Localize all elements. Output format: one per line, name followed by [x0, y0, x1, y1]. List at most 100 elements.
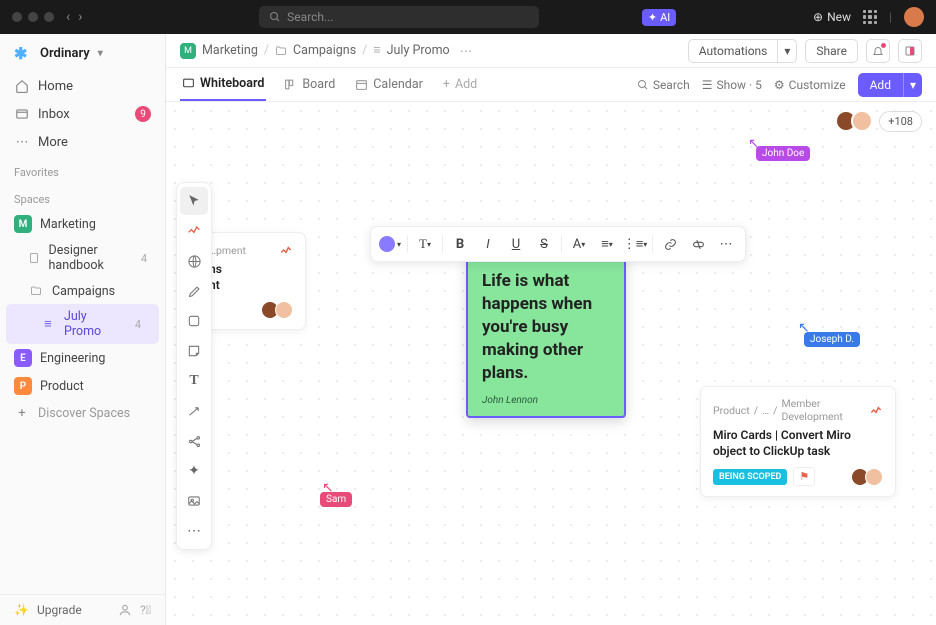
tab-calendar[interactable]: Calendar	[353, 68, 425, 101]
automations-dropdown[interactable]: ▾	[777, 39, 797, 63]
share-button[interactable]: Share	[805, 39, 858, 63]
add-dropdown[interactable]: ▾	[903, 73, 922, 97]
sidebar-item-july-promo[interactable]: ≡ July Promo 4	[6, 304, 159, 344]
sidebar-item-more[interactable]: ⋯ More	[0, 128, 165, 156]
nav-back-icon[interactable]: ‹	[66, 9, 70, 25]
sidebar-item-campaigns[interactable]: Campaigns	[0, 278, 165, 304]
view-search[interactable]: Search	[637, 78, 690, 92]
customize-menu[interactable]: ⚙Customize	[774, 78, 846, 92]
shape-tool[interactable]	[180, 307, 208, 335]
sticky-note[interactable]: Life is what happens when you're busy ma…	[466, 254, 626, 418]
clickup-icon	[279, 243, 293, 257]
fill-color-picker[interactable]: ▾	[377, 231, 403, 257]
dock-icon[interactable]	[898, 39, 922, 63]
sidebar-item-designer-handbook[interactable]: Designer handbook 4	[0, 238, 165, 278]
new-button[interactable]: ⊕ New	[813, 10, 851, 24]
whiteboard-icon	[182, 77, 195, 90]
status-badge[interactable]: BEING SCOPED	[713, 469, 787, 485]
add-button[interactable]: Add	[858, 73, 903, 97]
space-product[interactable]: P Product	[0, 372, 165, 400]
underline-button[interactable]: U	[503, 231, 529, 257]
spaces-header: Spaces	[0, 183, 165, 210]
crumb-space[interactable]: Marketing	[202, 43, 258, 58]
sticky-tool[interactable]	[180, 337, 208, 365]
flag-icon[interactable]: ⚑	[793, 467, 815, 486]
tab-whiteboard[interactable]: Whiteboard	[180, 68, 266, 101]
sliders-icon: ☰	[702, 78, 713, 92]
pointer-tool[interactable]	[180, 187, 208, 215]
tab-board[interactable]: Board	[282, 68, 337, 101]
bold-button[interactable]: B	[447, 231, 473, 257]
whiteboard-toolbox: T ✦ ⋯	[176, 182, 212, 550]
more-tool[interactable]: ⋯	[180, 517, 208, 545]
text-tool[interactable]: T	[180, 367, 208, 395]
web-tool[interactable]	[180, 247, 208, 275]
global-search-input[interactable]: Search...	[259, 6, 539, 28]
connector-tool[interactable]	[180, 397, 208, 425]
presence-more[interactable]: +108	[879, 111, 922, 132]
task-card[interactable]: …pment nsnt	[196, 232, 306, 330]
space-avatar: M	[14, 215, 32, 233]
upgrade-link[interactable]: Upgrade	[37, 603, 82, 617]
image-tool[interactable]	[180, 487, 208, 515]
automations-button[interactable]: Automations	[688, 39, 778, 63]
help-icon[interactable]: ?⃝	[140, 603, 151, 617]
folder-icon	[275, 45, 287, 57]
crumb-folder[interactable]: Campaigns	[293, 43, 356, 58]
user-avatar[interactable]	[904, 7, 924, 27]
link-button[interactable]	[657, 231, 683, 257]
space-badge: M	[180, 43, 196, 59]
inbox-badge: 9	[135, 106, 151, 122]
task-tool[interactable]	[180, 217, 208, 245]
window-controls[interactable]	[12, 12, 54, 22]
space-avatar: P	[14, 377, 32, 395]
convert-button[interactable]	[685, 231, 711, 257]
presence-bar: +108	[841, 110, 922, 132]
gear-icon: ⚙	[774, 78, 785, 92]
plus-icon: +	[14, 405, 30, 421]
text-color-picker[interactable]: A▾	[566, 231, 592, 257]
align-picker[interactable]: ≡▾	[594, 231, 620, 257]
list-picker[interactable]: ⋮≡▾	[622, 231, 648, 257]
font-size-picker[interactable]: T▾	[412, 231, 438, 257]
list-icon: ≡	[373, 43, 380, 58]
text-format-toolbar: ▾ T▾ B I U S A▾ ≡▾ ⋮≡▾ ⋯	[370, 226, 746, 262]
workspace-switcher[interactable]: Ordinary ▾	[0, 34, 165, 72]
sidebar-item-inbox[interactable]: Inbox 9	[0, 100, 165, 128]
more-format-button[interactable]: ⋯	[713, 231, 739, 257]
note-author: John Lennon	[482, 395, 610, 406]
space-engineering[interactable]: E Engineering	[0, 344, 165, 372]
plus-icon: +	[443, 77, 450, 92]
ai-tool[interactable]: ✦	[180, 457, 208, 485]
space-marketing[interactable]: M Marketing	[0, 210, 165, 238]
note-text[interactable]: Life is what happens when you're busy ma…	[482, 270, 610, 385]
main-area: M Marketing / Campaigns / ≡ July Promo ⋯…	[166, 34, 936, 625]
sidebar-item-home[interactable]: Home	[0, 72, 165, 100]
plus-circle-icon: ⊕	[813, 10, 823, 24]
ai-button[interactable]: ✦ AI	[642, 9, 676, 26]
search-placeholder: Search...	[287, 10, 333, 24]
whiteboard-canvas[interactable]: +108 T ✦ ⋯ ↖ John Doe ↖ Joseph D.	[166, 102, 936, 625]
task-card[interactable]: Product/ …/ Member Development Miro Card…	[700, 386, 896, 497]
assignee-avatars[interactable]	[855, 468, 883, 486]
italic-button[interactable]: I	[475, 231, 501, 257]
show-menu[interactable]: ☰Show · 5	[702, 78, 762, 92]
crumb-list[interactable]: July Promo	[387, 43, 450, 58]
sparkle-icon: ✦	[648, 11, 657, 24]
mindmap-tool[interactable]	[180, 427, 208, 455]
presence-avatar[interactable]	[851, 110, 873, 132]
doc-icon	[28, 250, 41, 266]
apps-grid-icon[interactable]	[863, 10, 877, 24]
more-icon: ⋯	[14, 134, 30, 150]
more-icon[interactable]: ⋯	[460, 43, 473, 59]
bell-icon[interactable]	[866, 39, 890, 63]
discover-spaces[interactable]: + Discover Spaces	[0, 400, 165, 426]
person-icon[interactable]	[118, 603, 132, 617]
nav-forward-icon[interactable]: ›	[78, 9, 82, 25]
workspace-logo-icon	[14, 44, 32, 62]
add-view-button[interactable]: + Add	[441, 68, 479, 101]
home-icon	[14, 78, 30, 94]
chevron-down-icon: ▾	[98, 48, 103, 59]
strike-button[interactable]: S	[531, 231, 557, 257]
pen-tool[interactable]	[180, 277, 208, 305]
